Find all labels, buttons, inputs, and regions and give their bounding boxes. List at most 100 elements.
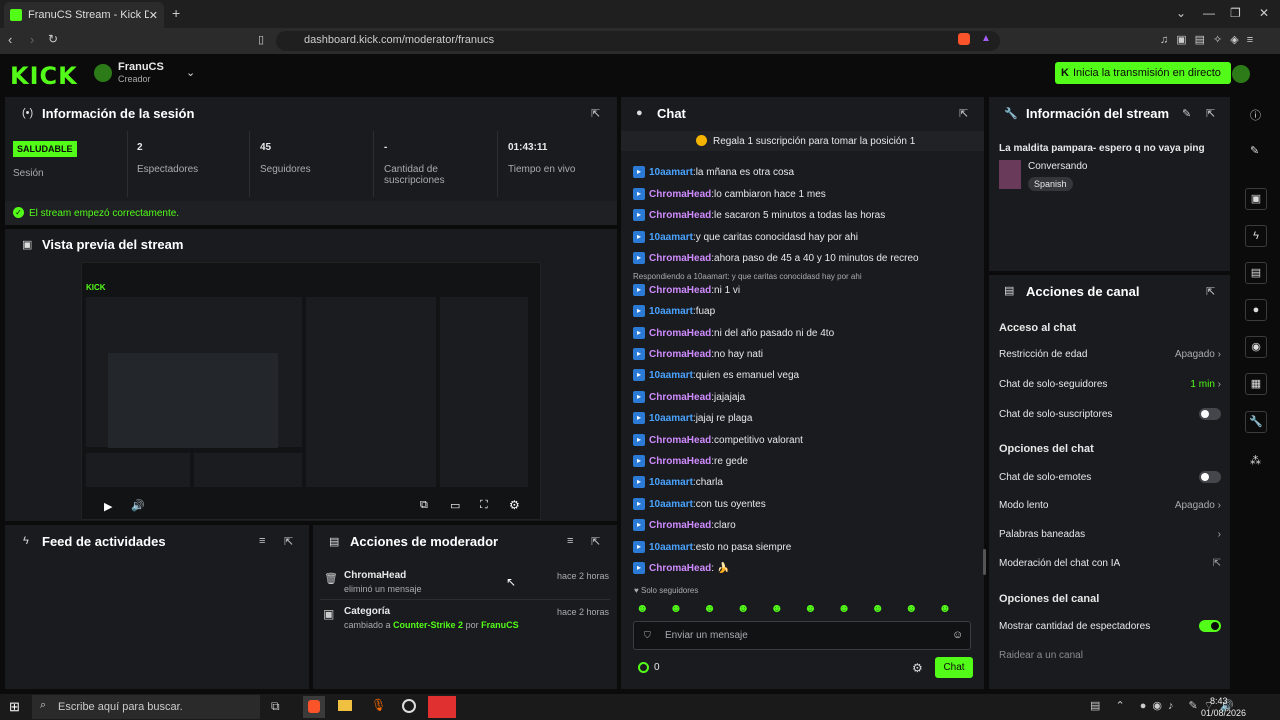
popout-icon[interactable]: ⇱ xyxy=(284,535,293,548)
info-icon[interactable]: ⓘ xyxy=(1250,107,1261,123)
file-explorer-icon[interactable] xyxy=(338,700,352,711)
windows-start-icon[interactable]: ⊞ xyxy=(9,699,20,715)
clock-date: 01/08/2026 xyxy=(1201,708,1247,718)
reload-icon[interactable]: ↻ xyxy=(48,32,58,46)
chat-message: ▸ 10aamart: con tus oyentes xyxy=(633,498,766,510)
age-restriction-row[interactable]: Restricción de edad Apagado › xyxy=(999,349,1221,360)
settings-icon[interactable]: ⚙ xyxy=(912,661,923,675)
popout-icon[interactable]: ⇱ xyxy=(1206,285,1215,298)
chat-input-placeholder: Enviar un mensaje xyxy=(665,630,748,641)
tab-list-icon[interactable]: ⌄ xyxy=(1176,6,1186,20)
new-tab-icon[interactable]: + xyxy=(172,5,180,21)
category-name: Conversando xyxy=(1028,161,1088,172)
raid-row[interactable]: Raidear a un canal xyxy=(999,650,1221,661)
ai-moderation-row[interactable]: Moderación del chat con IA ⇱ xyxy=(999,558,1221,569)
filter-icon[interactable]: ≡ xyxy=(567,535,573,547)
popout-icon[interactable]: ⇱ xyxy=(591,107,600,120)
stream-preview-video[interactable]: KICK xyxy=(81,262,541,520)
close-window-icon[interactable]: ✕ xyxy=(1259,6,1269,20)
user-avatar[interactable] xyxy=(1232,65,1250,83)
filter-icon[interactable]: ≡ xyxy=(259,535,265,547)
tab-title: FranuCS Stream - Kick Dashboard xyxy=(28,9,149,21)
address-bar[interactable]: dashboard.kick.com/moderator/franucs xyxy=(276,31,1000,51)
taskbar-search[interactable]: Escribe aquí para buscar. xyxy=(32,695,260,719)
subs-only-row[interactable]: Chat de solo-suscriptores xyxy=(999,408,1221,420)
video-icon[interactable]: ▦ xyxy=(1245,373,1267,395)
chat-message: ▸ ChromaHead: re gede xyxy=(633,455,748,467)
shield-icon: ⛉ xyxy=(644,630,651,640)
back-icon[interactable]: ‹ xyxy=(8,32,12,47)
followers-label: Seguidores xyxy=(260,164,311,175)
minimize-icon[interactable]: — xyxy=(1203,6,1215,20)
go-live-label: Inicia la transmisión en directo xyxy=(1072,67,1221,79)
chat-message: ▸ ChromaHead: ni del año pasado ni de 4to xyxy=(633,327,834,339)
kick-logo[interactable]: KICK xyxy=(10,62,78,90)
avatar[interactable] xyxy=(94,64,112,82)
chevron-down-icon[interactable]: ⌄ xyxy=(186,66,195,79)
popout-icon[interactable]: ⇱ xyxy=(591,535,600,548)
screen-icon[interactable]: ▣ xyxy=(1245,188,1267,210)
chat-message: ▸ 10aamart: jajaj re plaga xyxy=(633,412,752,424)
chevron-right-icon: › xyxy=(1217,529,1221,540)
emote-bar[interactable]: ☻☻☻☻☻☻☻☻☻☻ xyxy=(636,601,972,615)
broadcast-icon[interactable]: ◉ xyxy=(1245,336,1267,358)
brave-browser-icon[interactable] xyxy=(308,700,320,713)
followers-only-note: ♥ Solo seguidores xyxy=(634,586,699,595)
feed-title: Feed de actividades xyxy=(42,534,166,549)
chat-message: ▸ 10aamart: la mñana es otra cosa xyxy=(633,166,794,178)
slow-mode-row[interactable]: Modo lento Apagado › xyxy=(999,500,1221,511)
chat-options-heading: Opciones del chat xyxy=(999,443,1094,455)
badge-icon: ▸ xyxy=(633,455,645,467)
bolt-icon[interactable]: ϟ xyxy=(1245,225,1267,247)
volume-icon[interactable]: 🔊 xyxy=(131,499,145,512)
microphone-app-icon[interactable]: 🎙 xyxy=(371,698,386,712)
bookmark-icon[interactable]: ▯ xyxy=(258,33,264,46)
show-viewers-row[interactable]: Mostrar cantidad de espectadores xyxy=(999,620,1221,632)
task-view-icon[interactable]: ⧉ xyxy=(271,699,280,714)
actions-icon: ▤ xyxy=(1004,285,1015,297)
document-icon[interactable]: ▤ xyxy=(1245,262,1267,284)
bolt-icon: ϟ xyxy=(23,535,29,547)
edit-icon[interactable]: ✎ xyxy=(1182,107,1191,120)
recording-app-icon[interactable] xyxy=(428,696,456,718)
points-icon[interactable] xyxy=(638,662,649,673)
banned-words-row[interactable]: Palabras baneadas › xyxy=(999,529,1221,540)
emotes-only-row[interactable]: Chat de solo-emotes xyxy=(999,471,1221,483)
play-icon[interactable]: ▶ xyxy=(104,500,112,513)
chat-scrollbar[interactable] xyxy=(983,549,986,575)
channel-role: Creador xyxy=(118,74,151,84)
nodes-icon[interactable]: ⁂ xyxy=(1250,454,1261,467)
badge-icon: ▸ xyxy=(633,305,645,317)
go-live-button[interactable]: K Inicia la transmisión en directo xyxy=(1055,62,1231,84)
followers-only-row[interactable]: Chat de solo-seguidores 1 min › xyxy=(999,379,1221,390)
chat-title: Chat xyxy=(657,106,686,121)
badge-icon: ▸ xyxy=(633,541,645,553)
emoji-icon[interactable]: ☺ xyxy=(952,629,963,641)
close-tab-icon[interactable]: ✕ xyxy=(149,9,158,22)
chat-message: ▸ ChromaHead: claro xyxy=(633,519,736,531)
forward-icon[interactable]: › xyxy=(30,32,34,47)
subs-label: Cantidad de suscripciones xyxy=(384,164,445,186)
browser-tab[interactable]: FranuCS Stream - Kick Dashboard ✕ xyxy=(4,2,164,28)
badge-icon: ▸ xyxy=(633,519,645,531)
settings-icon[interactable]: ⚙ xyxy=(509,498,520,512)
channel-name[interactable]: FranuCS xyxy=(118,61,164,73)
pencil-icon[interactable]: ✎ xyxy=(1250,144,1259,157)
theater-icon[interactable]: ▭ xyxy=(450,499,460,512)
popout-icon[interactable]: ⇱ xyxy=(959,107,968,120)
maximize-icon[interactable]: ❐ xyxy=(1230,6,1241,20)
send-chat-button[interactable]: Chat xyxy=(935,657,973,678)
badge-icon: ▸ xyxy=(633,231,645,243)
mouse-cursor: ↖ xyxy=(506,575,517,589)
pip-icon[interactable]: ⧉ xyxy=(420,499,428,512)
brave-shield-icon[interactable] xyxy=(958,33,970,45)
fullscreen-icon[interactable]: ⛶ xyxy=(480,499,488,512)
chat-icon[interactable]: ● xyxy=(1245,299,1267,321)
popout-icon[interactable]: ⇱ xyxy=(1206,107,1215,120)
toolbar-icons[interactable]: ♫▣▤✧◈≡ xyxy=(1160,33,1261,46)
brave-rewards-icon[interactable]: ▲ xyxy=(981,33,991,44)
kick-k-icon: K xyxy=(1061,67,1069,79)
wrench-icon[interactable]: 🔧 xyxy=(1245,411,1267,433)
obs-icon[interactable] xyxy=(402,699,416,713)
badge-icon: ▸ xyxy=(633,412,645,424)
